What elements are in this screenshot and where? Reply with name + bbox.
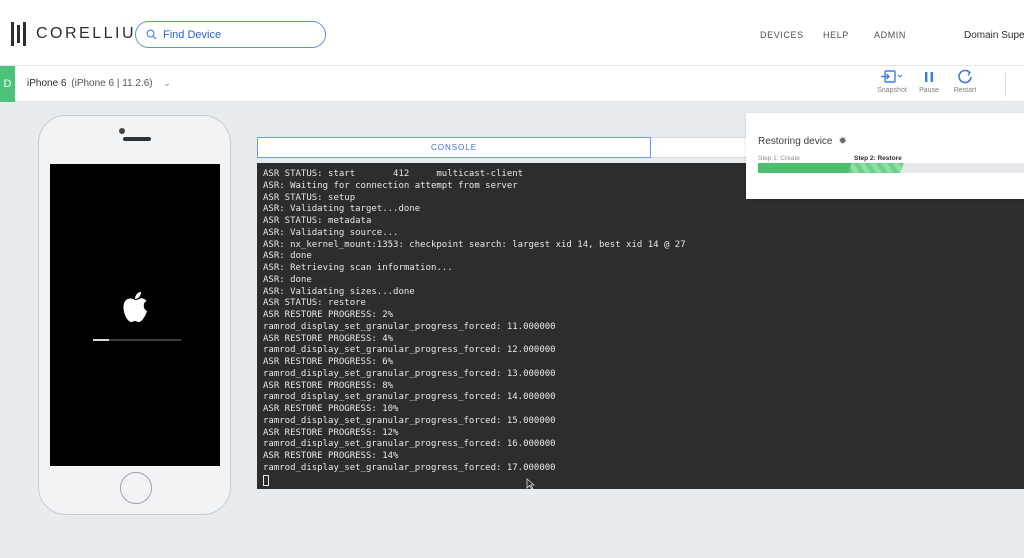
- apple-logo-icon: [123, 292, 147, 322]
- restart-button[interactable]: Restart: [943, 68, 987, 94]
- restore-progress-step1: [758, 163, 852, 173]
- console-line: ASR: Validating source...: [263, 227, 399, 238]
- loading-spinner-icon: ✹: [838, 136, 847, 147]
- device-bar: D iPhone 6 (iPhone 6 | 11.2.6) ⌄ Snapsho…: [0, 66, 1024, 102]
- phone-camera: [119, 128, 125, 134]
- top-bar: CORELLIUM DEVICES HELP ADMIN Domain Supe: [0, 0, 1024, 66]
- console-line: ASR STATUS: restore: [263, 298, 366, 309]
- console-line: ramrod_display_set_granular_progress_for…: [263, 462, 556, 473]
- console-cursor-line[interactable]: [263, 474, 1018, 488]
- restore-progress-step2: [848, 163, 904, 173]
- console-line: ramrod_display_set_granular_progress_for…: [263, 345, 556, 356]
- console-line: ASR STATUS: metadata: [263, 216, 372, 226]
- console-line: ramrod_display_set_granular_progress_for…: [263, 368, 556, 379]
- restore-title: Restoring device: [758, 136, 833, 147]
- user-domain-menu[interactable]: Domain Supe: [964, 30, 1024, 41]
- console-line: ASR: Validating sizes...done: [263, 286, 415, 297]
- boot-progress-fill: [93, 339, 109, 341]
- tab-console[interactable]: CONSOLE: [257, 137, 651, 158]
- console-line: ramrod_display_set_granular_progress_for…: [263, 415, 556, 426]
- restore-progress-bar: [758, 163, 1024, 173]
- nav-help[interactable]: HELP: [823, 30, 849, 40]
- corellium-logo[interactable]: CORELLIUM: [11, 22, 152, 46]
- console-line: ASR RESTORE PROGRESS: 12%: [263, 427, 399, 438]
- console-line: ASR RESTORE PROGRESS: 10%: [263, 404, 399, 414]
- device-selector[interactable]: iPhone 6 (iPhone 6 | 11.2.6) ⌄: [27, 78, 171, 89]
- search-box[interactable]: [135, 21, 326, 48]
- console-line: ASR: nx_kernel_mount:1353: checkpoint se…: [263, 239, 686, 250]
- console-line: ASR RESTORE PROGRESS: 2%: [263, 310, 394, 320]
- restart-icon: [958, 69, 972, 84]
- console-lines: ASR STATUS: start 412 multicast-client AS…: [263, 169, 1018, 475]
- console-cursor: [263, 474, 269, 486]
- console-line: ASR RESTORE PROGRESS: 8%: [263, 380, 394, 391]
- search-icon: [146, 29, 157, 40]
- nav-devices[interactable]: DEVICES: [760, 30, 804, 40]
- console-line: ramrod_display_set_granular_progress_for…: [263, 321, 556, 332]
- console-line: ASR: done: [263, 274, 312, 285]
- console-line: ASR RESTORE PROGRESS: 6%: [263, 357, 394, 367]
- device-status-badge: D: [0, 66, 15, 102]
- console-line: ramrod_display_set_granular_progress_for…: [263, 392, 556, 403]
- device-detail: (iPhone 6 | 11.2.6): [71, 78, 153, 89]
- console-line: ASR: Validating target...done: [263, 204, 421, 215]
- step-1-label: Step 1: Create: [758, 155, 800, 162]
- snapshot-icon: [881, 70, 903, 83]
- restore-title-row: Restoring device ✹: [758, 136, 847, 147]
- console-output[interactable]: ASR STATUS: start 412 multicast-client AS…: [257, 163, 1024, 489]
- nav-admin[interactable]: ADMIN: [874, 30, 906, 40]
- home-button[interactable]: [120, 472, 152, 504]
- restart-label: Restart: [953, 87, 977, 94]
- step-2-label: Step 2: Restore: [854, 155, 902, 162]
- restore-status-panel: Restoring device ✹ Step 1: Create Step 2…: [746, 113, 1024, 199]
- device-screen[interactable]: [50, 164, 220, 466]
- pause-icon: [925, 72, 933, 82]
- find-device-input[interactable]: [163, 28, 313, 41]
- chevron-down-icon: ⌄: [163, 78, 171, 88]
- phone-speaker: [123, 137, 151, 141]
- device-name: iPhone 6: [27, 78, 67, 89]
- console-line: ASR RESTORE PROGRESS: 4%: [263, 333, 394, 344]
- console-line: ASR RESTORE PROGRESS: 14%: [263, 451, 399, 461]
- console-line: ramrod_display_set_granular_progress_for…: [263, 439, 556, 450]
- mouse-cursor-icon: [526, 478, 535, 490]
- console-line: ASR: Retrieving scan information...: [263, 263, 453, 273]
- device-phone: [38, 115, 231, 515]
- tab-bar-extension: [651, 137, 751, 158]
- corellium-logo-icon: [11, 22, 27, 46]
- console-line: ASR: done: [263, 251, 312, 262]
- boot-progress-bar: [93, 339, 181, 341]
- toolbar-divider: [1005, 73, 1006, 97]
